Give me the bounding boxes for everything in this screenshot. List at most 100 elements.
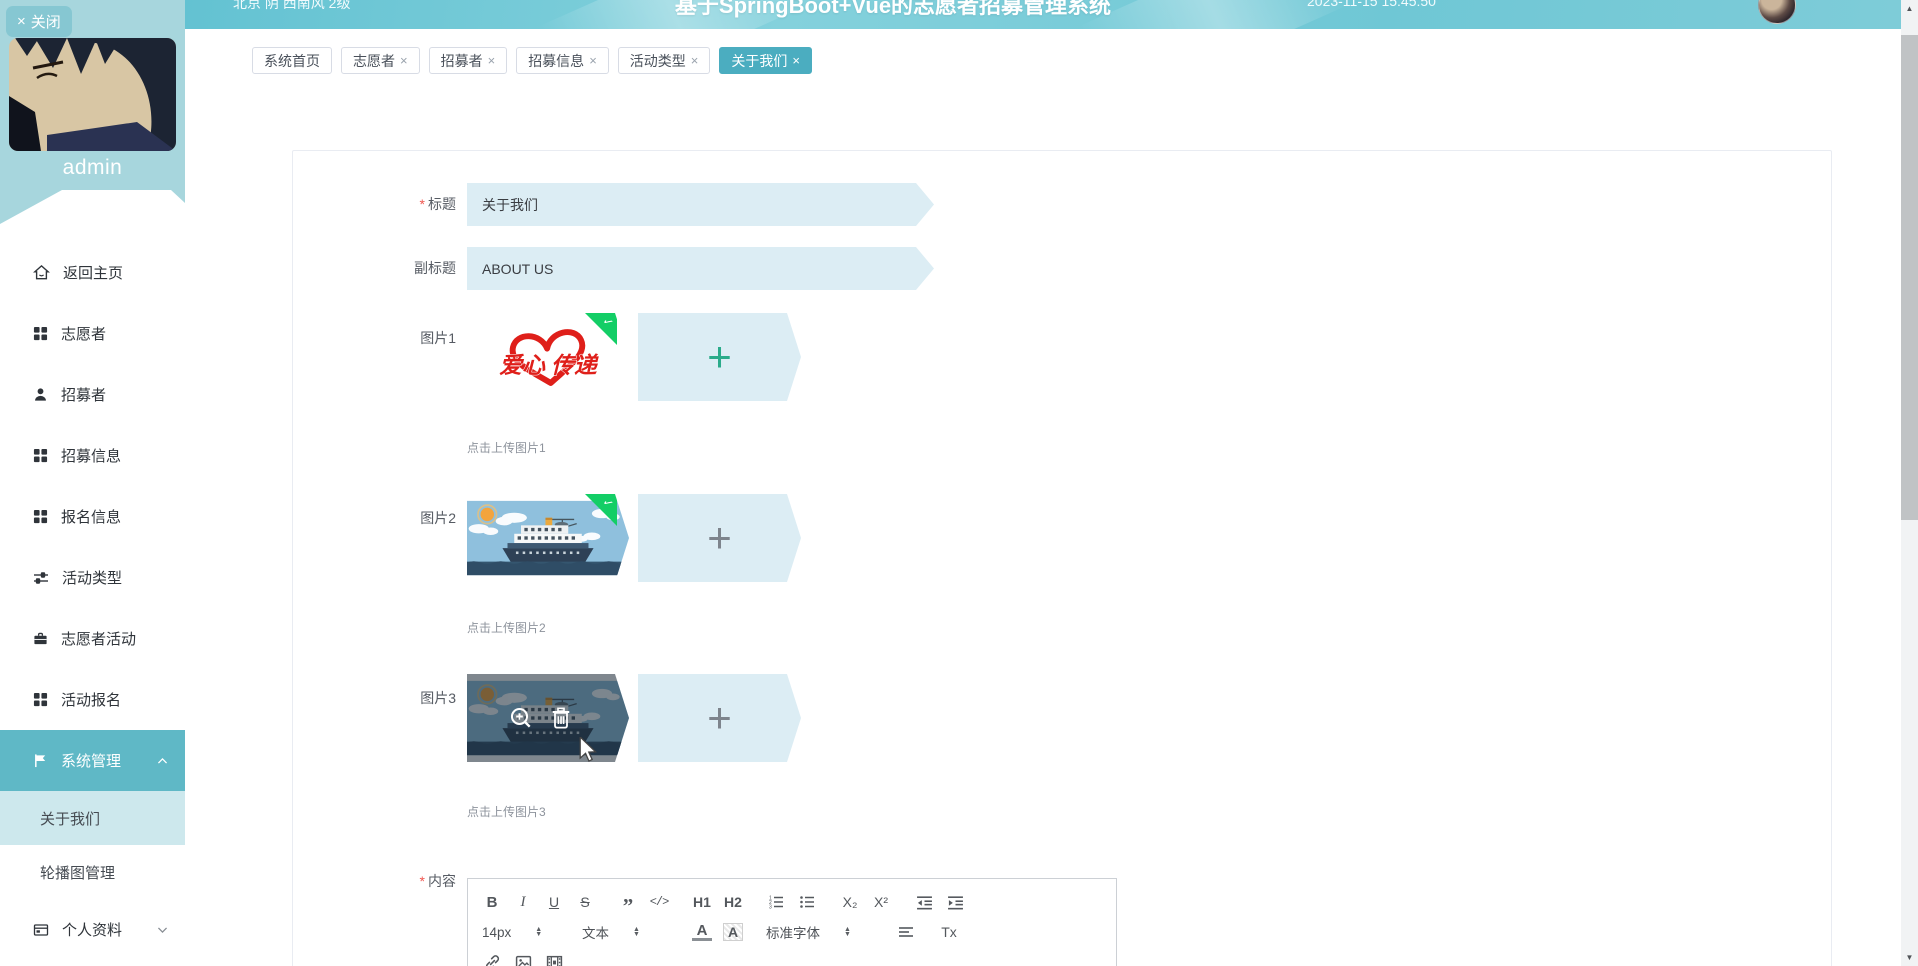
sidebar-item-home[interactable]: 返回主页 — [0, 242, 185, 303]
image1-preview[interactable]: ✓ — [467, 313, 629, 401]
top-header: 北京 阴 西南风 2级 基于SpringBoot+Vue的志愿者招募管理系统 2… — [185, 0, 1901, 29]
scroll-up-button[interactable]: ▲ — [1901, 0, 1918, 17]
svg-text:3: 3 — [769, 905, 772, 911]
tab-about-us[interactable]: 关于我们× — [719, 47, 812, 74]
zoom-in-icon[interactable] — [509, 706, 533, 730]
sidebar-item-activity-signup[interactable]: 活动报名 — [0, 669, 185, 730]
tab-close-icon[interactable]: × — [589, 53, 597, 68]
sidebar-item-label: 活动报名 — [61, 689, 121, 710]
scroll-down-button[interactable]: ▼ — [1901, 949, 1918, 966]
image3-preview[interactable] — [467, 674, 629, 762]
sidebar-item-volunteers[interactable]: 志愿者 — [0, 303, 185, 364]
highlight-color-button[interactable]: A — [723, 923, 743, 941]
sidebar-subitem-carousel-management[interactable]: 轮播图管理 — [0, 845, 185, 899]
heading2-button[interactable]: H2 — [723, 894, 743, 910]
home-icon — [33, 264, 50, 281]
tab-close-icon[interactable]: × — [488, 53, 496, 68]
tab-recruit-info[interactable]: 招募信息 × — [516, 47, 609, 74]
strikethrough-button[interactable]: S — [575, 894, 595, 910]
caret-updown-icon: ▲▼ — [633, 927, 640, 937]
subscript-button[interactable]: X₂ — [840, 894, 860, 910]
tab-close-icon[interactable]: × — [792, 53, 800, 68]
close-icon: × — [17, 13, 26, 30]
sidebar-item-label: 个人资料 — [62, 919, 122, 940]
title-label: *标题 — [313, 196, 456, 212]
tab-system-home[interactable]: 系统首页 — [252, 47, 332, 74]
tab-activity-types[interactable]: 活动类型× — [618, 47, 711, 74]
image3-upload-box[interactable]: + — [638, 674, 801, 762]
sidebar-subitem-label: 关于我们 — [40, 808, 100, 829]
clear-format-button[interactable]: Tx — [939, 924, 959, 940]
ordered-list-button[interactable]: 123 — [766, 894, 786, 910]
tab-recruiters[interactable]: 招募者 × — [429, 47, 508, 74]
sidebar-item-volunteer-activities[interactable]: 志愿者活动 — [0, 608, 185, 669]
sidebar-item-label: 活动类型 — [62, 567, 122, 588]
grid-icon — [33, 448, 48, 463]
tab-close-icon[interactable]: × — [400, 53, 408, 68]
required-mark: * — [420, 196, 425, 212]
card-icon — [33, 922, 49, 938]
sidebar-item-recruit-info[interactable]: 招募信息 — [0, 425, 185, 486]
sidebar-item-system-management[interactable]: 系统管理 — [0, 730, 185, 791]
plus-icon: + — [707, 336, 732, 378]
tab-label: 招募者 — [441, 51, 483, 71]
text-style-select[interactable]: 文本 ▲▼ — [582, 922, 674, 942]
image1-upload-box[interactable]: + — [638, 313, 801, 401]
italic-button[interactable]: I — [513, 894, 533, 911]
username: admin — [0, 156, 185, 180]
image1-label: 图片1 — [313, 330, 456, 346]
sidebar-item-recruiters[interactable]: 招募者 — [0, 364, 185, 425]
title-input[interactable] — [467, 183, 934, 226]
image3-hint: 点击上传图片3 — [467, 803, 546, 820]
heading1-button[interactable]: H1 — [692, 894, 712, 910]
insert-video-button[interactable] — [544, 954, 564, 966]
subtitle-input[interactable] — [467, 247, 934, 290]
superscript-button[interactable]: X² — [871, 894, 891, 910]
content-label: *内容 — [313, 873, 456, 889]
tab-volunteers[interactable]: 志愿者 × — [341, 47, 420, 74]
outdent-button[interactable] — [914, 894, 934, 911]
unordered-list-button[interactable] — [797, 894, 817, 910]
plus-icon: + — [707, 697, 732, 739]
image1-hint: 点击上传图片1 — [467, 439, 546, 456]
sidebar-subitem-about-us[interactable]: 关于我们 — [0, 791, 185, 845]
sidebar-item-signup-info[interactable]: 报名信息 — [0, 486, 185, 547]
chevron-down-icon — [156, 923, 169, 936]
plus-icon: + — [707, 517, 732, 559]
underline-button[interactable]: U — [544, 894, 564, 910]
close-tab-button[interactable]: ×关闭 — [6, 6, 72, 37]
tab-label: 招募信息 — [528, 51, 584, 71]
header-avatar[interactable] — [1758, 0, 1796, 24]
briefcase-icon — [33, 631, 48, 646]
code-button[interactable]: </> — [649, 895, 669, 909]
sidebar-item-label: 志愿者活动 — [61, 628, 136, 649]
user-avatar — [9, 38, 176, 151]
font-color-button[interactable]: A — [692, 924, 712, 941]
subtitle-label: 副标题 — [313, 260, 456, 276]
image2-hint: 点击上传图片2 — [467, 619, 546, 636]
blockquote-button[interactable]: ” — [618, 893, 638, 911]
sidebar-item-profile[interactable]: 个人资料 — [0, 899, 185, 960]
user-icon — [33, 387, 48, 402]
sidebar-item-activity-types[interactable]: 活动类型 — [0, 547, 185, 608]
align-button[interactable] — [896, 924, 916, 940]
link-button[interactable] — [482, 954, 502, 966]
vertical-scrollbar[interactable]: ▲ ▼ — [1901, 0, 1918, 966]
tab-close-icon[interactable]: × — [691, 53, 699, 68]
delete-icon[interactable] — [549, 706, 573, 730]
bold-button[interactable]: B — [482, 894, 502, 911]
image2-upload-box[interactable]: + — [638, 494, 801, 582]
font-family-select[interactable]: 标准字体 ▲▼ — [766, 922, 878, 942]
editor-toolbar-row2: 14px ▲▼ 文本 ▲▼ A A 标准字体 ▲▼ Tx — [482, 919, 1102, 945]
tab-label: 系统首页 — [264, 51, 320, 71]
sidebar-item-label: 报名信息 — [61, 506, 121, 527]
font-size-select[interactable]: 14px ▲▼ — [482, 925, 564, 940]
about-us-form-card: *标题 副标题 图片1 ✓ + 点击上传图片1 图片2 ✓ — [292, 150, 1832, 966]
tab-label: 志愿者 — [353, 51, 395, 71]
image2-preview[interactable]: ✓ — [467, 494, 629, 582]
image2-label: 图片2 — [313, 510, 456, 526]
main-area: 北京 阴 西南风 2级 基于SpringBoot+Vue的志愿者招募管理系统 2… — [185, 0, 1901, 966]
insert-image-button[interactable] — [513, 954, 533, 966]
indent-button[interactable] — [945, 894, 965, 911]
scrollbar-thumb[interactable] — [1901, 35, 1918, 520]
